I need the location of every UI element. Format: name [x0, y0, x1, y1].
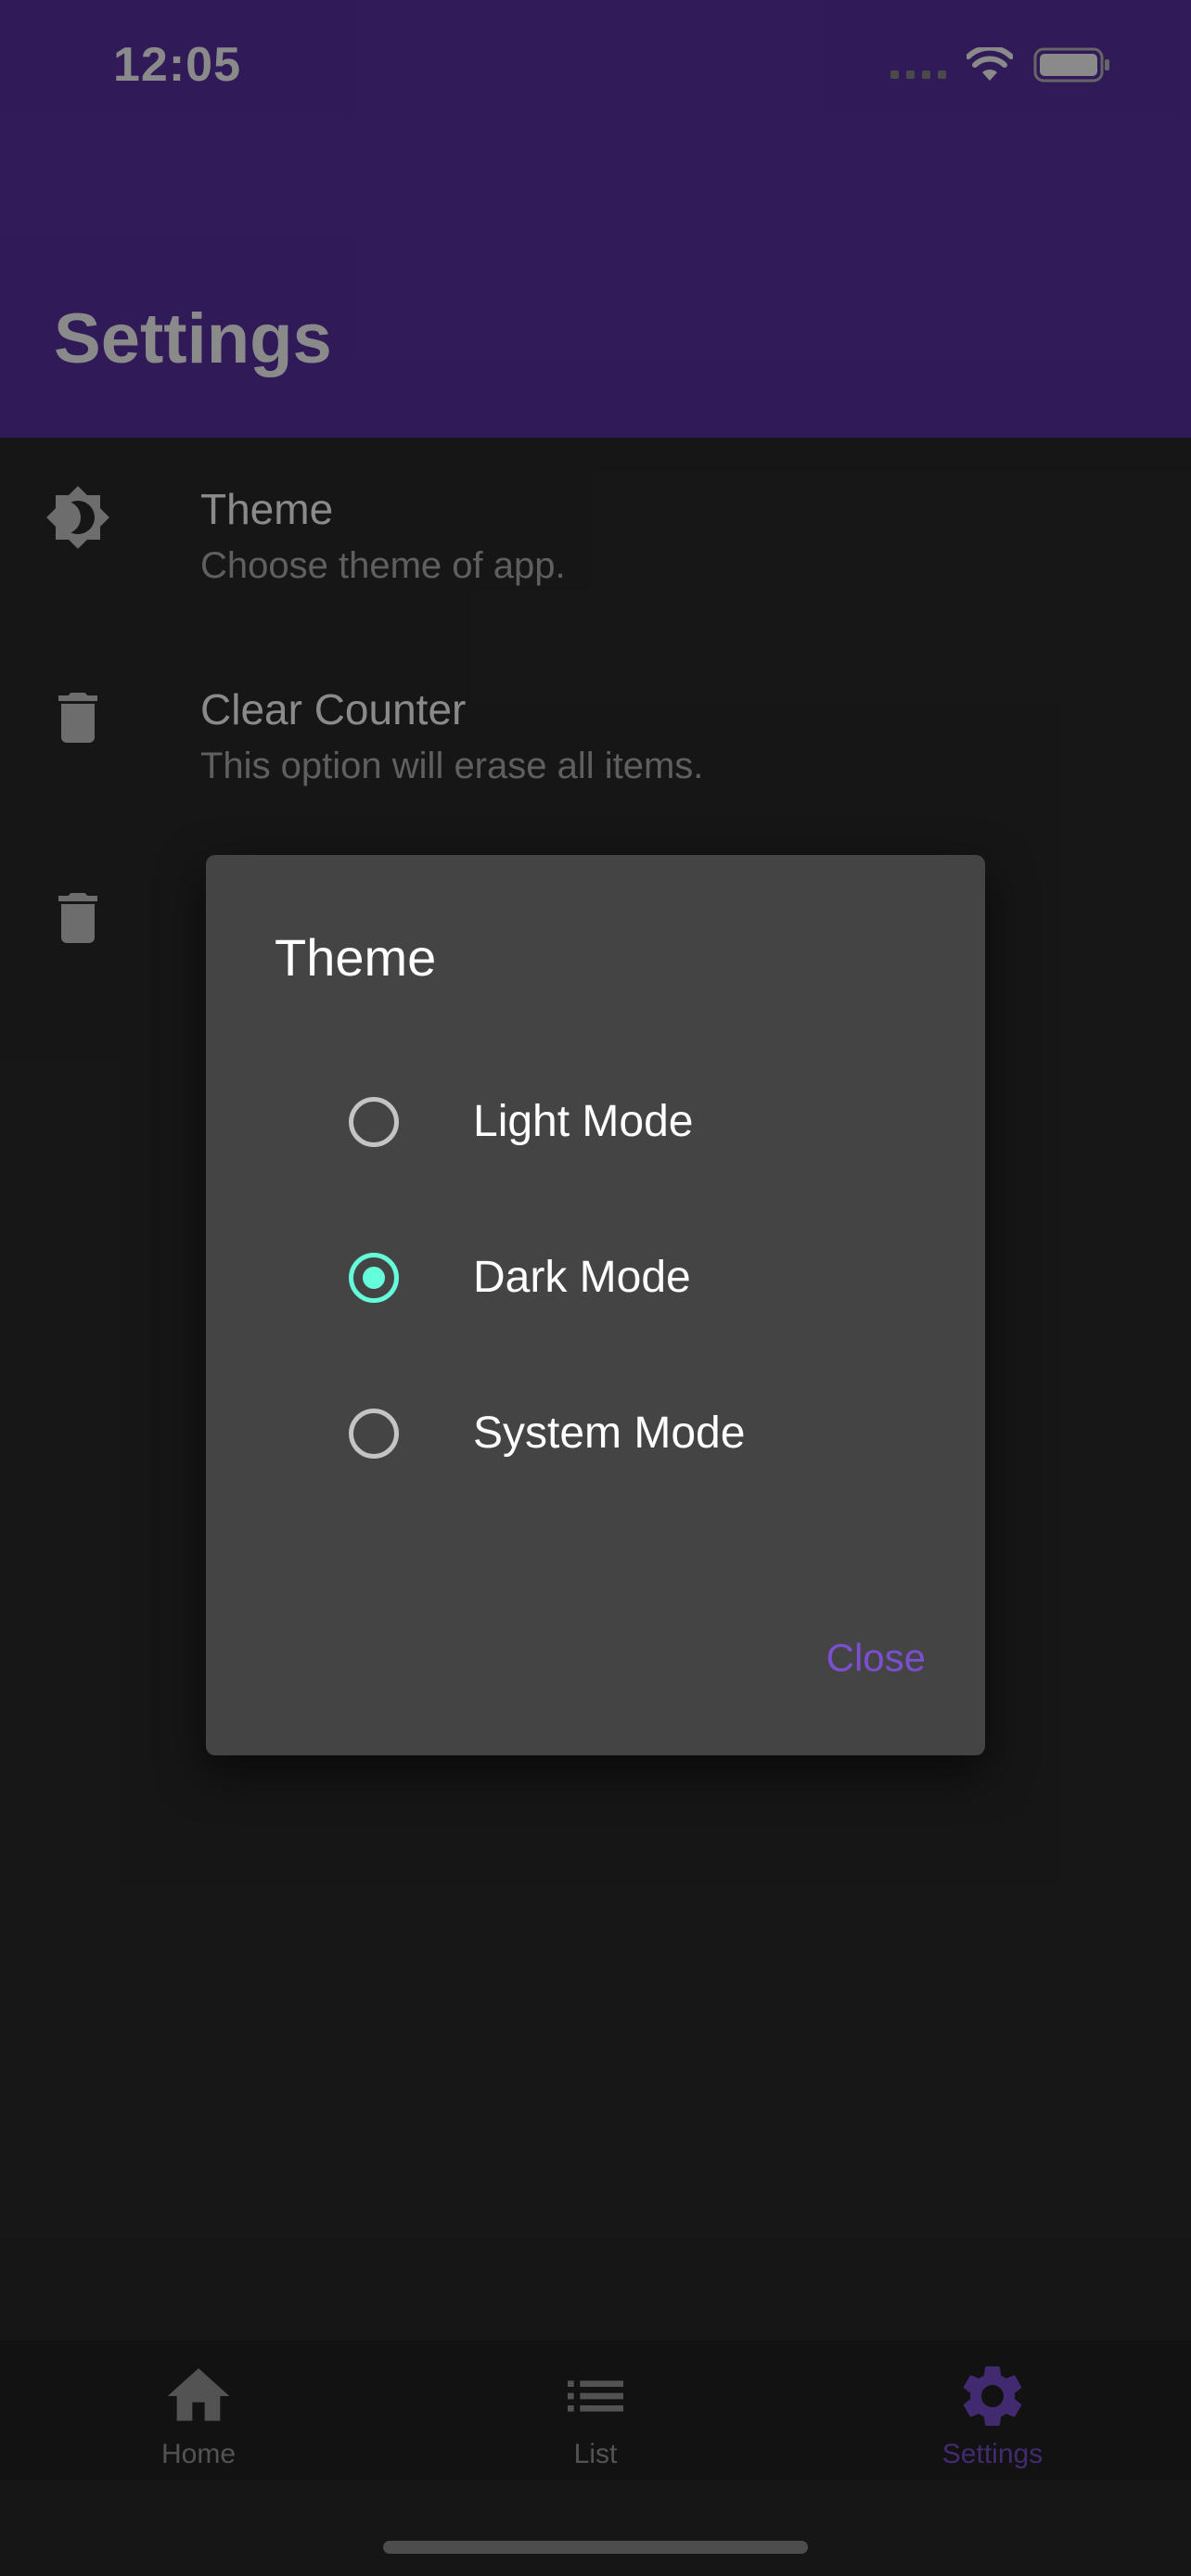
radio-option-light-mode[interactable]: Light Mode	[206, 1044, 985, 1200]
radio-selected-icon[interactable]	[349, 1253, 399, 1303]
radio-label: System Mode	[473, 1409, 746, 1458]
theme-dialog: Theme Light Mode Dark Mode System Mode C…	[206, 855, 985, 1755]
radio-unselected-icon[interactable]	[349, 1409, 399, 1459]
radio-unselected-icon[interactable]	[349, 1097, 399, 1147]
radio-option-system-mode[interactable]: System Mode	[206, 1356, 985, 1511]
radio-option-dark-mode[interactable]: Dark Mode	[206, 1200, 985, 1356]
close-button[interactable]: Close	[826, 1636, 926, 1680]
dialog-title: Theme	[275, 928, 437, 987]
radio-label: Dark Mode	[473, 1253, 691, 1302]
radio-label: Light Mode	[473, 1097, 694, 1146]
